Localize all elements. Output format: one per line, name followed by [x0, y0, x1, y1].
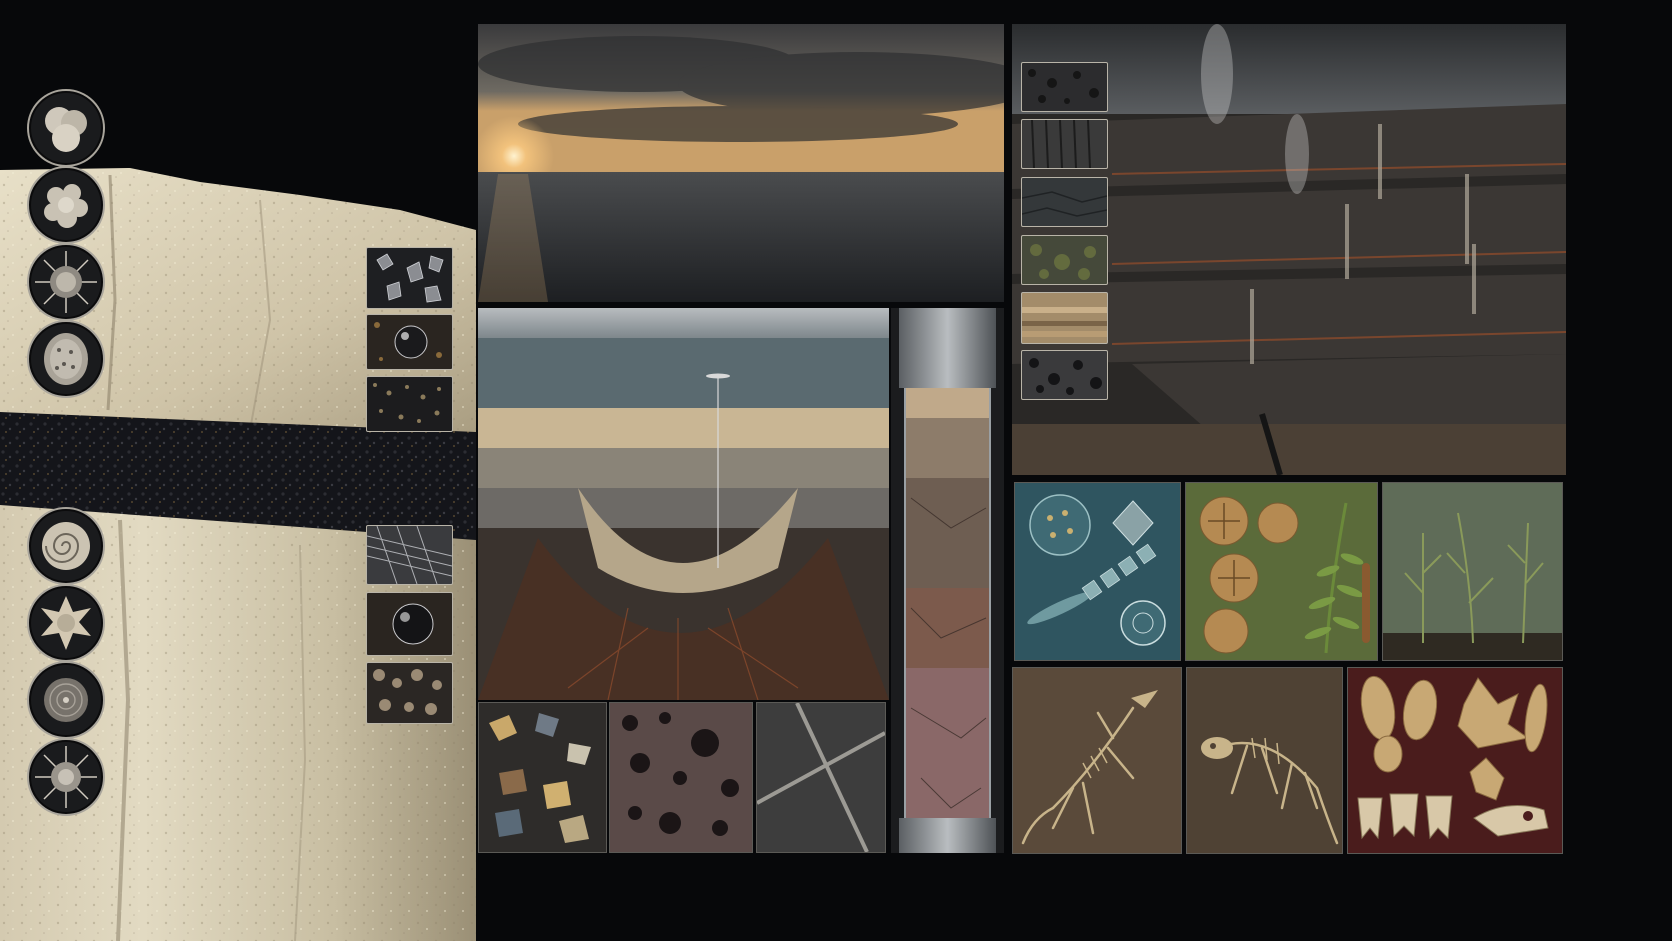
- sunset-sea-art: [478, 24, 1004, 302]
- plant-sprigs-tile: [1382, 482, 1563, 661]
- chalk-block-panel: [0, 0, 476, 941]
- foraminifera-cluster-icon: [27, 166, 105, 244]
- crystal-fragments-swatch: [366, 247, 453, 309]
- glass-bead-swatch: [366, 592, 453, 656]
- mottled-breccia-tile: [478, 702, 607, 853]
- columnar-bark-swatch: [1021, 119, 1108, 169]
- ammonite-spiral-icon: [27, 507, 105, 585]
- strata-cross-section-panel: [478, 308, 889, 700]
- drill-core-panel: [891, 308, 1004, 853]
- radiolarian-icon: [27, 243, 105, 321]
- foraminifera-icon: [27, 89, 105, 167]
- ridged-sphere-icon: [27, 661, 105, 739]
- bird-skeleton-tile: [1012, 667, 1182, 854]
- dark-rock-swatch: [1021, 177, 1108, 227]
- radiolarian-icon: [27, 738, 105, 816]
- spiky-pollen-icon: [27, 584, 105, 662]
- vesicular-basalt-swatch: [1021, 350, 1108, 400]
- dark-scoria-swatch: [1021, 62, 1108, 112]
- crosshatched-fibers-swatch: [366, 525, 453, 585]
- diatoms-tile: [1014, 482, 1181, 661]
- coccolith-icon: [27, 320, 105, 398]
- reptile-skeleton-tile: [1186, 667, 1343, 854]
- sand-dollars-fern-tile: [1185, 482, 1378, 661]
- sunset-sea-panel: [478, 24, 1004, 302]
- jointed-slate-tile: [756, 702, 886, 853]
- pitted-vesicular-rock-tile: [609, 702, 753, 853]
- leaves-teeth-skull-tile: [1347, 667, 1563, 854]
- glass-bead-swatch: [366, 314, 453, 370]
- granular-grit-swatch: [366, 376, 453, 432]
- layered-sandstone-swatch: [1021, 292, 1108, 344]
- drill-core-art: [899, 308, 996, 853]
- mossy-stone-swatch: [1021, 235, 1108, 285]
- strata-cross-section-art: [478, 308, 889, 700]
- pebble-grains-swatch: [366, 662, 453, 724]
